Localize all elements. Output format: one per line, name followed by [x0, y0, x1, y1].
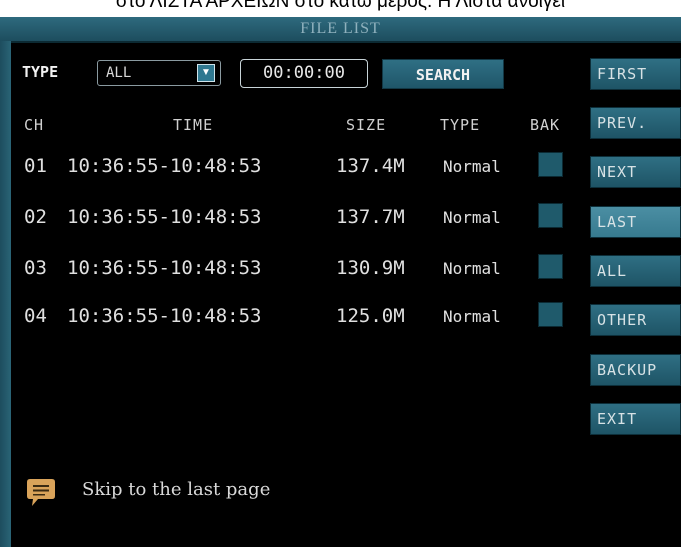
- caption-strip: στο ΛΙΣΤΑ ΑΡΧΕΙΩΝ στο κάτω μέρος. Η Λίστ…: [0, 0, 681, 17]
- type-filter-label: TYPE: [22, 63, 59, 81]
- row-size: 137.7M: [336, 206, 405, 228]
- row-channel: 01: [24, 155, 47, 177]
- other-button-label: OTHER: [597, 311, 648, 329]
- last-button-label: LAST: [597, 213, 638, 231]
- row-type: Normal: [443, 157, 501, 176]
- row-time: 10:36:55-10:48:53: [67, 155, 262, 177]
- prev-button[interactable]: PREV.: [590, 107, 681, 139]
- file-row[interactable]: 02 10:36:55-10:48:53 137.7M Normal: [0, 201, 580, 235]
- first-button[interactable]: FIRST: [590, 58, 681, 90]
- row-type: Normal: [443, 208, 501, 227]
- time-input[interactable]: 00:00:00: [240, 59, 368, 88]
- type-select[interactable]: ALL ▼: [97, 60, 221, 86]
- column-header-ch: CH: [24, 116, 45, 134]
- row-size: 125.0M: [336, 305, 405, 327]
- all-button-label: ALL: [597, 262, 628, 280]
- file-row[interactable]: 01 10:36:55-10:48:53 137.4M Normal: [0, 150, 580, 184]
- row-channel: 02: [24, 206, 47, 228]
- time-input-value: 00:00:00: [263, 63, 345, 83]
- row-channel: 04: [24, 305, 47, 327]
- file-row[interactable]: 04 10:36:55-10:48:53 125.0M Normal: [0, 300, 580, 334]
- prev-button-label: PREV.: [597, 114, 648, 132]
- backup-button-label: BACKUP: [597, 361, 658, 379]
- file-row[interactable]: 03 10:36:55-10:48:53 130.9M Normal: [0, 252, 580, 286]
- type-select-value: ALL: [106, 65, 132, 81]
- backup-button[interactable]: BACKUP: [590, 354, 681, 386]
- row-size: 137.4M: [336, 155, 405, 177]
- backup-checkbox[interactable]: [538, 254, 563, 279]
- title-bar: FILE LIST: [0, 17, 681, 43]
- search-button[interactable]: SEARCH: [382, 59, 504, 89]
- last-button[interactable]: LAST: [590, 206, 681, 238]
- row-time: 10:36:55-10:48:53: [67, 257, 262, 279]
- all-button[interactable]: ALL: [590, 255, 681, 287]
- exit-button-label: EXIT: [597, 410, 638, 428]
- next-button-label: NEXT: [597, 163, 638, 181]
- exit-button[interactable]: EXIT: [590, 403, 681, 435]
- hint-text: Skip to the last page: [82, 479, 271, 500]
- caption-text: στο ΛΙΣΤΑ ΑΡΧΕΙΩΝ στο κάτω μέρος. Η Λίστ…: [115, 0, 566, 12]
- backup-checkbox[interactable]: [538, 302, 563, 327]
- backup-checkbox[interactable]: [538, 152, 563, 177]
- column-header-time: TIME: [173, 116, 214, 134]
- next-button[interactable]: NEXT: [590, 156, 681, 188]
- row-type: Normal: [443, 307, 501, 326]
- row-channel: 03: [24, 257, 47, 279]
- other-button[interactable]: OTHER: [590, 304, 681, 336]
- search-button-label: SEARCH: [415, 66, 471, 84]
- backup-checkbox[interactable]: [538, 203, 563, 228]
- row-size: 130.9M: [336, 257, 405, 279]
- message-icon: [27, 479, 55, 506]
- row-time: 10:36:55-10:48:53: [67, 206, 262, 228]
- column-header-type: TYPE: [440, 116, 481, 134]
- dvr-screen: στο ΛΙΣΤΑ ΑΡΧΕΙΩΝ στο κάτω μέρος. Η Λίστ…: [0, 0, 681, 547]
- column-header-size: SIZE: [346, 116, 387, 134]
- window-title: FILE LIST: [300, 20, 381, 37]
- column-header-bak: BAK: [530, 116, 561, 134]
- row-type: Normal: [443, 259, 501, 278]
- row-time: 10:36:55-10:48:53: [67, 305, 262, 327]
- window-left-border: [0, 41, 11, 547]
- chevron-down-icon[interactable]: ▼: [197, 64, 215, 82]
- first-button-label: FIRST: [597, 65, 648, 83]
